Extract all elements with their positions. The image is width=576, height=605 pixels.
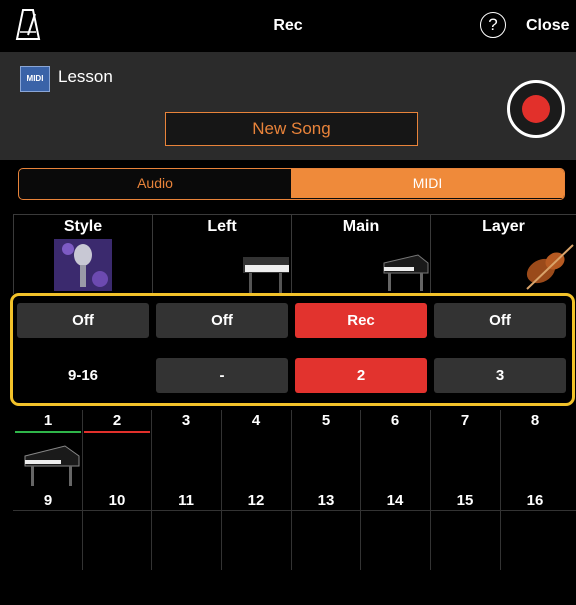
close-button[interactable]: Close	[526, 17, 570, 35]
microphone-icon	[54, 239, 112, 291]
channel-number: 15	[456, 492, 474, 509]
channel-number: 12	[247, 492, 265, 509]
tab-midi[interactable]: MIDI	[291, 169, 564, 198]
help-icon[interactable]: ?	[480, 12, 506, 38]
part-style[interactable]: Style	[13, 214, 152, 294]
grand-piano-icon	[24, 445, 80, 486]
violin-icon	[526, 244, 574, 290]
midi-badge-icon: MIDI	[20, 66, 50, 92]
tab-audio[interactable]: Audio	[19, 169, 291, 198]
channel-number: 16	[526, 492, 544, 509]
part-label: Layer	[482, 218, 525, 235]
channel-number: 9	[43, 492, 53, 509]
rec-mode-switch: Audio MIDI	[18, 168, 565, 200]
channel-number: 1	[43, 412, 53, 429]
record-button[interactable]	[507, 80, 565, 138]
part-left[interactable]: Left	[152, 214, 291, 294]
part-layer[interactable]: Layer	[430, 214, 576, 294]
part-label: Style	[63, 218, 103, 235]
channel-number: 10	[108, 492, 126, 509]
left-channel-button[interactable]: -	[156, 358, 288, 393]
channel-number: 13	[317, 492, 335, 509]
channel-2-indicator	[84, 431, 150, 433]
style-channel-label: 9-16	[67, 367, 99, 384]
part-label: Main	[342, 218, 380, 235]
main-channel-button[interactable]: 2	[295, 358, 427, 393]
channel-number: 11	[178, 492, 194, 509]
channel-grid: 1 2 3 4 5 6 7 8 9 10 11 12 13 14 15 16	[13, 410, 576, 570]
channel-number: 6	[390, 412, 400, 429]
channel-number: 7	[460, 412, 470, 429]
status-layer-button[interactable]: Off	[434, 303, 566, 338]
grand-piano-icon	[383, 254, 429, 291]
layer-channel-button[interactable]: 3	[434, 358, 566, 393]
new-song-button[interactable]: New Song	[165, 112, 418, 146]
part-label: Left	[207, 218, 237, 235]
channel-number: 4	[251, 412, 261, 429]
part-main[interactable]: Main	[291, 214, 430, 294]
song-name: Lesson	[58, 67, 113, 86]
channel-number: 5	[321, 412, 331, 429]
record-dot-icon	[522, 95, 550, 123]
channel-1-indicator	[15, 431, 81, 433]
status-main-button[interactable]: Rec	[295, 303, 427, 338]
channel-number: 3	[181, 412, 191, 429]
status-style-button[interactable]: Off	[17, 303, 149, 338]
channel-number: 8	[530, 412, 540, 429]
keyboard-icon	[243, 257, 289, 293]
channel-number: 14	[386, 492, 404, 509]
status-left-button[interactable]: Off	[156, 303, 288, 338]
channel-number: 2	[112, 412, 122, 429]
